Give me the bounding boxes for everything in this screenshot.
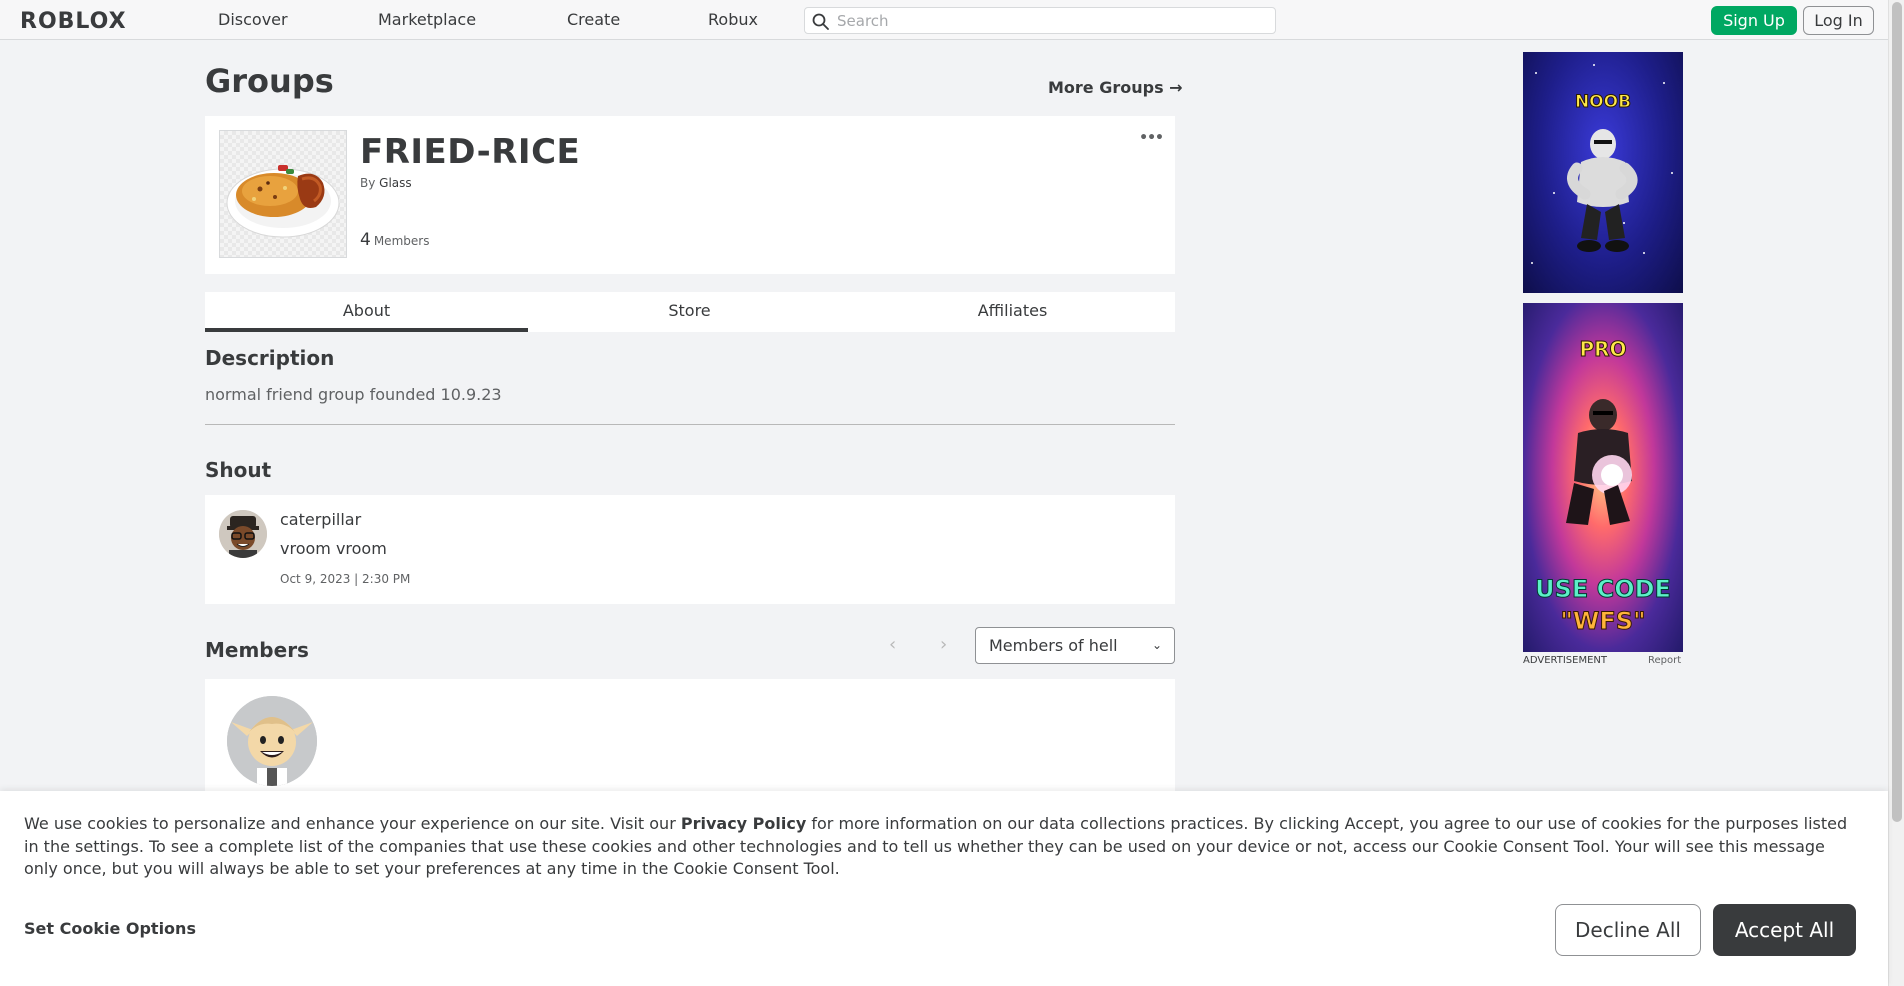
section-divider [205, 424, 1175, 425]
tab-store[interactable]: Store [528, 292, 851, 332]
shout-timestamp: Oct 9, 2023 | 2:30 PM [280, 572, 411, 586]
chevron-left-icon[interactable]: ‹ [889, 634, 896, 655]
member-count-value: 4 [360, 230, 371, 250]
cookie-consent-banner: We use cookies to personalize and enhanc… [0, 791, 1888, 986]
members-list-card [205, 679, 1175, 799]
sign-up-button[interactable]: Sign Up [1711, 6, 1797, 35]
scrollbar-thumb[interactable] [1892, 2, 1902, 822]
group-header-card: FRIED-RICE By Glass 4 Members ••• [205, 116, 1175, 274]
nav-link-robux[interactable]: Robux [708, 10, 758, 29]
page-scrollbar[interactable] [1888, 0, 1904, 986]
tab-about[interactable]: About [205, 292, 528, 332]
fried-rice-picture [226, 165, 340, 238]
nav-link-discover[interactable]: Discover [218, 10, 288, 29]
ad-character-image [1567, 129, 1638, 252]
members-title: Members [205, 638, 309, 662]
ad-noob-text: NOOB [1574, 92, 1632, 113]
report-ad-link[interactable]: Report [1648, 655, 1681, 666]
ad-use-code-text: USE CODE [1535, 575, 1672, 604]
accept-all-button[interactable]: Accept All [1713, 904, 1856, 956]
group-owner-link[interactable]: Glass [379, 176, 412, 190]
log-in-button[interactable]: Log In [1803, 6, 1874, 35]
ad-wfs-code-text: "WFS" [1560, 607, 1646, 636]
more-options-icon[interactable]: ••• [1139, 130, 1164, 146]
nav-link-marketplace[interactable]: Marketplace [378, 10, 476, 29]
group-tabs: About Store Affiliates [205, 292, 1175, 332]
ad-fighter-image [1566, 399, 1632, 525]
member-avatar[interactable] [227, 696, 317, 786]
chevron-down-icon: ⌄ [1151, 638, 1162, 652]
member-count-label: Members [373, 234, 430, 248]
advertisement-label: ADVERTISEMENT [1523, 655, 1608, 666]
more-groups-link[interactable]: More Groups → [1048, 78, 1183, 97]
set-cookie-options-link[interactable]: Set Cookie Options [24, 919, 196, 938]
group-name: FRIED-RICE [360, 132, 581, 172]
tab-affiliates[interactable]: Affiliates [851, 292, 1174, 332]
search-box [804, 7, 1276, 34]
group-emblem-image [219, 130, 347, 258]
privacy-policy-link[interactable]: Privacy Policy [681, 814, 806, 833]
shout-avatar[interactable] [219, 510, 267, 558]
by-prefix: By [360, 176, 376, 190]
role-select-value: Members of hell [989, 636, 1118, 655]
top-navigation-bar: ROBLOX Discover Marketplace Create Robux… [0, 0, 1888, 40]
cookie-text-part-1: We use cookies to personalize and enhanc… [24, 814, 681, 833]
shout-title: Shout [205, 458, 272, 482]
shout-card: caterpillar vroom vroom Oct 9, 2023 | 2:… [205, 495, 1175, 604]
decline-all-button[interactable]: Decline All [1555, 904, 1701, 956]
advertisement-banner-top[interactable]: NOOB [1523, 52, 1683, 293]
ad-pro-text: PRO [1579, 337, 1627, 362]
role-select-dropdown[interactable]: Members of hell ⌄ [975, 627, 1175, 664]
roblox-logo[interactable]: ROBLOX [20, 9, 127, 34]
description-text: normal friend group founded 10.9.23 [205, 385, 502, 404]
group-owner-line: By Glass [360, 176, 412, 190]
page-title: Groups [205, 62, 334, 100]
search-icon[interactable] [812, 13, 829, 30]
advertisement-banner-bottom[interactable]: PRO USE CODE "WFS" [1523, 303, 1683, 652]
cookie-message: We use cookies to personalize and enhanc… [24, 813, 1854, 881]
search-input[interactable] [837, 10, 1267, 31]
chevron-right-icon[interactable]: › [940, 634, 947, 655]
description-title: Description [205, 346, 335, 370]
shout-username[interactable]: caterpillar [280, 510, 361, 529]
shout-message: vroom vroom [280, 539, 387, 558]
nav-link-create[interactable]: Create [567, 10, 620, 29]
member-count: 4 Members [360, 230, 429, 250]
